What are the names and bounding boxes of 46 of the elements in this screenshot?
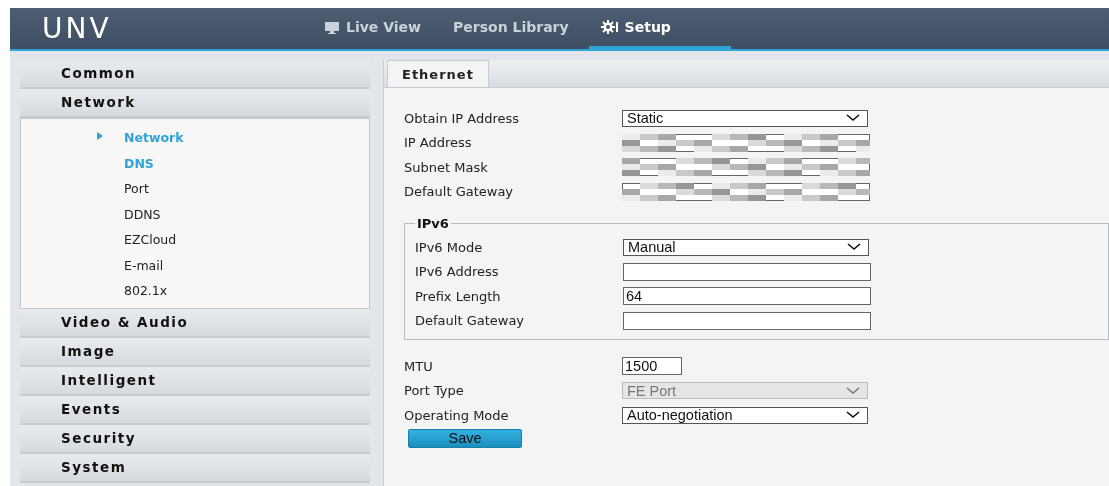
save-button[interactable]: Save [408,428,522,448]
field-label: Obtain IP Address [404,110,521,126]
field-label: MTU [404,358,434,374]
field-label: Default Gateway [404,184,515,200]
nav-tab[interactable]: Person Library [441,8,581,49]
input-field[interactable]: 1500 [622,357,682,376]
dropdown[interactable]: Auto-negotiation [622,406,868,424]
field-label: IP Address [404,135,473,151]
sidebar-section[interactable]: System [20,453,370,483]
pixelated-field[interactable] [622,158,870,177]
chevron-icon [845,114,861,123]
field-label: Port Type [404,383,465,399]
submenu-item[interactable]: Port [124,181,149,197]
dropdown[interactable]: Static [622,109,868,127]
sidebar-section[interactable]: Video & Audio [20,308,370,338]
sidebar-section[interactable]: Network [20,89,370,118]
input-field[interactable] [623,262,871,281]
gear-icon [600,20,619,34]
sidebar-section[interactable]: Events [20,395,370,425]
field-label: Default Gateway [415,313,526,329]
field-label: Prefix Length [415,288,502,304]
logo: UNV [42,12,113,45]
chevron-icon [846,243,862,252]
input-field[interactable] [623,311,871,330]
dropdown[interactable]: Manual [623,238,869,256]
nav-tab[interactable]: Live View [312,8,434,49]
field-label: IPv6 Mode [415,239,484,255]
input-field[interactable]: 64 [623,287,871,306]
chevron-icon [845,411,861,420]
submenu-item[interactable]: E-mail [124,257,164,273]
group-legend: IPv6 [415,216,451,231]
tab[interactable]: Ethernet [387,60,489,87]
field-label: Subnet Mask [404,159,489,175]
sidebar-section[interactable]: Intelligent [20,366,370,396]
sidebar-section[interactable]: Image [20,337,370,367]
pixelated-field[interactable] [622,133,870,152]
monitor-icon [324,20,340,34]
pixelated-field[interactable] [622,182,870,201]
field-label: IPv6 Address [415,264,500,280]
submenu-item[interactable]: DDNS [124,206,161,222]
submenu-item[interactable]: 802.1x [124,283,168,299]
submenu-item[interactable]: EZCloud [124,232,177,248]
sidebar-section[interactable]: Security [20,424,370,454]
chevron-icon [845,386,861,395]
sidebar-section[interactable]: Common [20,60,370,89]
field-label: Operating Mode [404,407,510,423]
